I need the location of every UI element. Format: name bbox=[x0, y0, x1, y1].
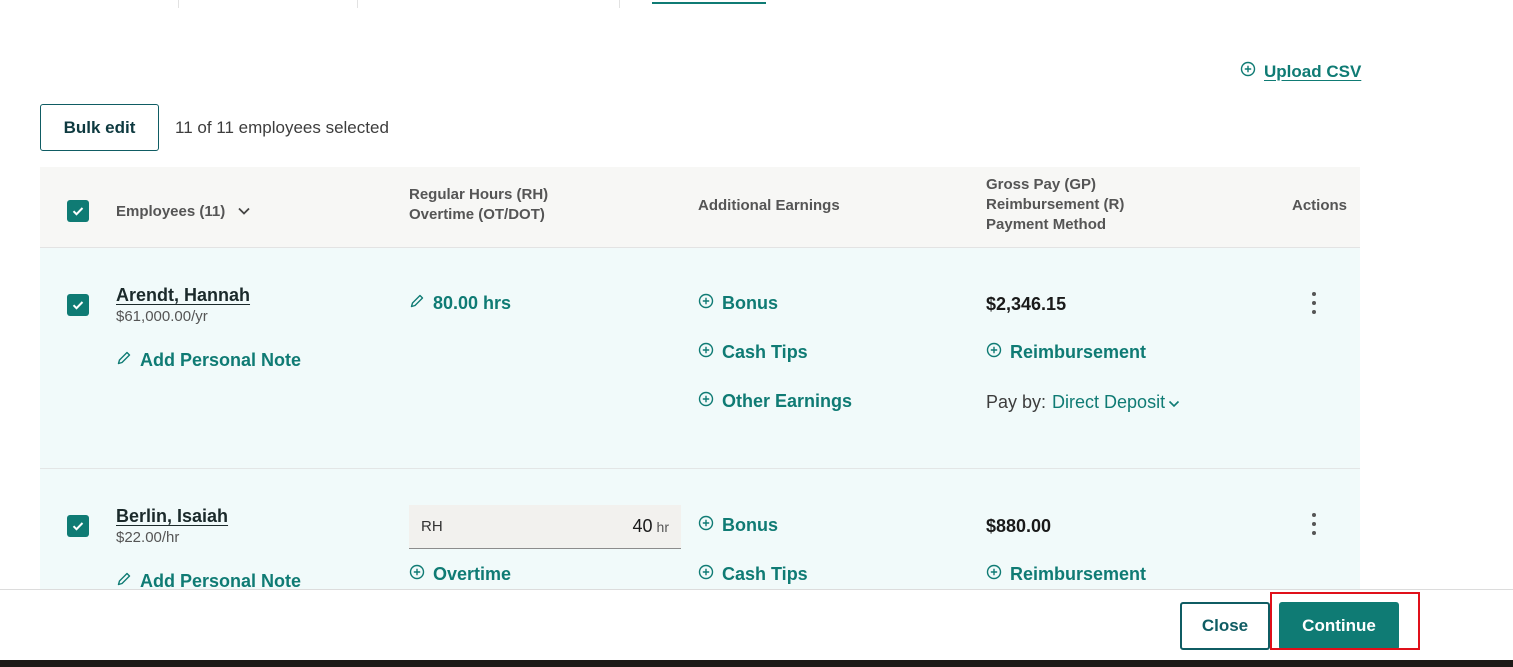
add-reimbursement-link[interactable]: Reimbursement bbox=[986, 342, 1146, 363]
payment-method-value: Direct Deposit bbox=[1052, 392, 1166, 412]
pay-header: Gross Pay (GP) Reimbursement (R) Payment… bbox=[986, 175, 1124, 235]
pencil-icon bbox=[409, 293, 425, 314]
divider bbox=[619, 0, 620, 8]
pay-header-line3: Payment Method bbox=[986, 216, 1107, 233]
overtime-label: Overtime bbox=[433, 564, 512, 584]
kebab-dot bbox=[1312, 513, 1316, 517]
kebab-dot bbox=[1312, 292, 1316, 296]
add-other-earnings-link[interactable]: Other Earnings bbox=[698, 391, 852, 412]
plus-circle-icon bbox=[1240, 61, 1256, 82]
gross-pay-amount: $880.00 bbox=[986, 516, 1052, 536]
row-checkbox[interactable] bbox=[67, 515, 89, 537]
plus-circle-icon bbox=[698, 564, 714, 585]
upload-csv-label: Upload CSV bbox=[1264, 61, 1362, 81]
pencil-icon bbox=[116, 350, 132, 371]
row-actions-menu-icon[interactable] bbox=[1307, 513, 1321, 535]
add-personal-note-link[interactable]: Add Personal Note bbox=[116, 350, 301, 371]
divider bbox=[357, 0, 358, 8]
continue-button[interactable]: Continue bbox=[1279, 602, 1399, 650]
rh-field-unit: hr bbox=[656, 519, 669, 535]
selection-summary: 11 of 11 employees selected bbox=[175, 118, 389, 137]
other-earnings-label: Other Earnings bbox=[722, 391, 853, 411]
payment-method-dropdown[interactable]: Direct Deposit bbox=[1052, 392, 1180, 413]
bonus-label: Bonus bbox=[722, 515, 778, 535]
employee-name-link[interactable]: Berlin, Isaiah bbox=[116, 506, 228, 527]
bonus-label: Bonus bbox=[722, 293, 778, 313]
table-row: Arendt, Hannah $61,000.00/yr Add Persona… bbox=[40, 248, 1360, 469]
add-reimbursement-link[interactable]: Reimbursement bbox=[986, 564, 1146, 585]
kebab-dot bbox=[1312, 310, 1316, 314]
add-cash-tips-link[interactable]: Cash Tips bbox=[698, 564, 808, 585]
bulk-edit-button[interactable]: Bulk edit bbox=[40, 104, 159, 151]
employee-rate: $22.00/hr bbox=[116, 529, 180, 546]
select-all-checkbox[interactable] bbox=[67, 200, 89, 222]
rh-field-value: 40 bbox=[632, 516, 653, 536]
payroll-table: Employees (11) Regular Hours (RH) Overti… bbox=[40, 167, 1360, 599]
plus-circle-icon bbox=[698, 391, 714, 412]
employee-rate: $61,000.00/yr bbox=[116, 308, 208, 325]
add-personal-note-label: Add Personal Note bbox=[140, 350, 302, 370]
divider bbox=[178, 0, 179, 8]
cash-tips-label: Cash Tips bbox=[722, 564, 808, 584]
reimbursement-label: Reimbursement bbox=[1010, 564, 1147, 584]
rh-field-label: RH bbox=[421, 518, 443, 535]
table-header: Employees (11) Regular Hours (RH) Overti… bbox=[40, 167, 1360, 248]
check-icon bbox=[72, 522, 84, 531]
regular-hours-value: 80.00 hrs bbox=[433, 293, 512, 313]
check-icon bbox=[72, 207, 84, 216]
actions-header: Actions bbox=[1292, 197, 1348, 214]
hours-header-line1: Regular Hours (RH) bbox=[409, 186, 549, 203]
close-button[interactable]: Close bbox=[1180, 602, 1270, 650]
reimbursement-label: Reimbursement bbox=[1010, 342, 1147, 362]
cash-tips-label: Cash Tips bbox=[722, 342, 808, 362]
kebab-dot bbox=[1312, 531, 1316, 535]
chevron-down-icon bbox=[1168, 392, 1180, 413]
view-all-totals-link[interactable] bbox=[652, 0, 766, 4]
footer-action-bar: Close Continue bbox=[0, 589, 1513, 660]
pay-header-line2: Reimbursement (R) bbox=[986, 196, 1125, 213]
upload-csv-link[interactable]: Upload CSV bbox=[1240, 61, 1361, 82]
add-bonus-link[interactable]: Bonus bbox=[698, 293, 778, 314]
regular-hours-input[interactable]: RH 40 hr bbox=[409, 505, 681, 549]
employees-header-label: Employees (11) bbox=[116, 203, 226, 220]
kebab-dot bbox=[1312, 301, 1316, 305]
table-row: Berlin, Isaiah $22.00/hr Add Personal No… bbox=[40, 469, 1360, 599]
payment-method: Pay by: Direct Deposit bbox=[986, 392, 1180, 413]
rh-field-value-group: 40 hr bbox=[633, 516, 669, 537]
plus-circle-icon bbox=[698, 515, 714, 536]
gross-pay-amount: $2,346.15 bbox=[986, 294, 1067, 314]
pay-by-label: Pay by: bbox=[986, 392, 1047, 412]
employees-header[interactable]: Employees (11) bbox=[116, 202, 251, 222]
chevron-down-icon bbox=[237, 202, 251, 222]
plus-circle-icon bbox=[409, 564, 425, 585]
add-bonus-link[interactable]: Bonus bbox=[698, 515, 778, 536]
pay-header-line1: Gross Pay (GP) bbox=[986, 176, 1097, 193]
add-overtime-link[interactable]: Overtime bbox=[409, 564, 511, 585]
row-checkbox[interactable] bbox=[67, 294, 89, 316]
plus-circle-icon bbox=[698, 342, 714, 363]
top-summary-strip bbox=[0, 0, 1513, 8]
regular-hours-edit[interactable]: 80.00 hrs bbox=[409, 293, 511, 314]
employee-name-link[interactable]: Arendt, Hannah bbox=[116, 285, 250, 306]
kebab-dot bbox=[1312, 522, 1316, 526]
hours-header-line2: Overtime (OT/DOT) bbox=[409, 206, 545, 223]
hours-header: Regular Hours (RH) Overtime (OT/DOT) bbox=[409, 185, 548, 225]
plus-circle-icon bbox=[698, 293, 714, 314]
additional-earnings-header: Additional Earnings bbox=[698, 197, 840, 214]
check-icon bbox=[72, 301, 84, 310]
plus-circle-icon bbox=[986, 564, 1002, 585]
bottom-dark-strip bbox=[0, 660, 1513, 667]
add-cash-tips-link[interactable]: Cash Tips bbox=[698, 342, 808, 363]
row-actions-menu-icon[interactable] bbox=[1307, 292, 1321, 314]
plus-circle-icon bbox=[986, 342, 1002, 363]
